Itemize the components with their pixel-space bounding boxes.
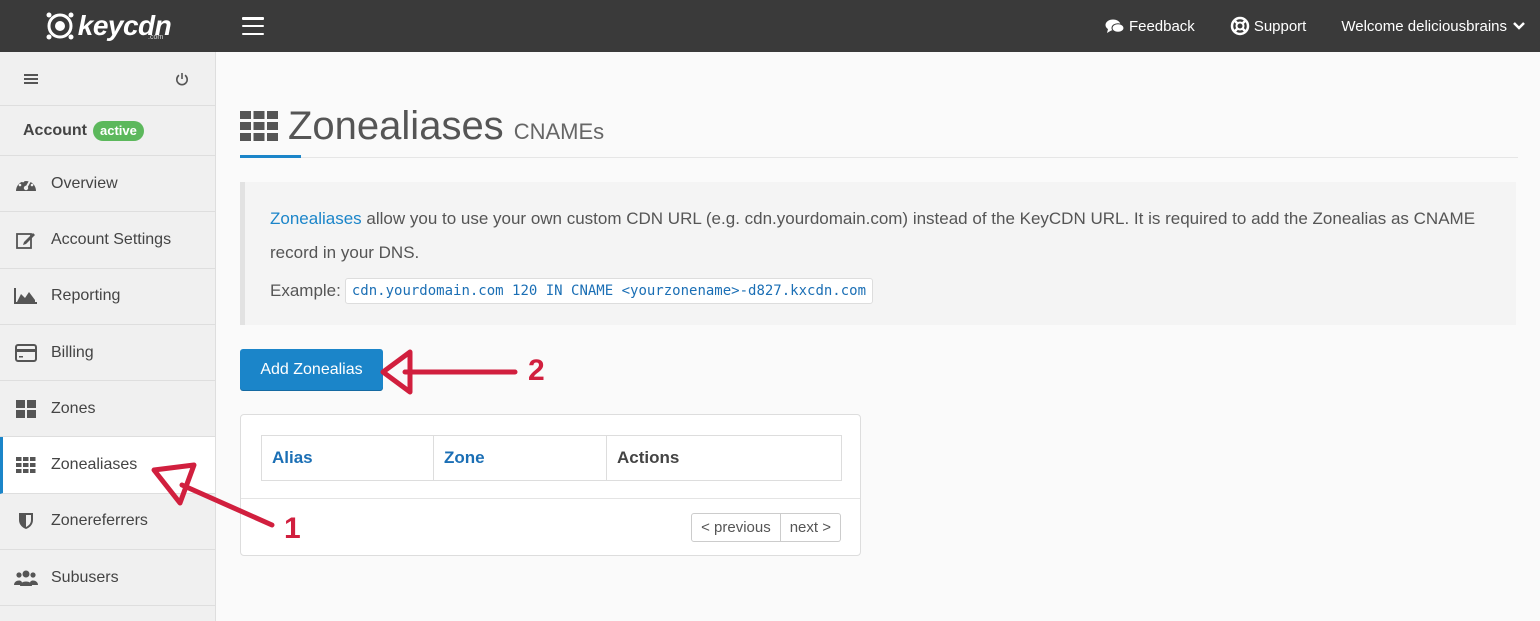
welcome-label: Welcome deliciousbrains xyxy=(1341,17,1507,35)
sidebar-collapse-icon[interactable] xyxy=(24,73,38,84)
keycdn-logo[interactable]: keycdn .com xyxy=(0,0,216,52)
status-badge: active xyxy=(93,120,144,141)
annotation-number-2: 2 xyxy=(528,354,545,387)
support-label: Support xyxy=(1253,17,1307,35)
annotation-number-1: 1 xyxy=(284,512,301,545)
edit-icon xyxy=(14,230,38,250)
chevron-down-icon xyxy=(1513,22,1525,30)
area-chart-icon xyxy=(14,286,38,306)
add-zonealias-button[interactable]: Add Zonealias xyxy=(240,349,383,390)
info-callout: Zonealiases allow you to use your own cu… xyxy=(240,182,1516,325)
account-header: Account active xyxy=(0,106,215,156)
sidebar-item-label: Account Settings xyxy=(51,230,172,248)
page-subtitle: CNAMEs xyxy=(513,119,605,144)
sidebar-item-label: Overview xyxy=(51,174,118,192)
sidebar-item-label: Reporting xyxy=(51,287,121,305)
sidebar-item-zonereferrers[interactable]: Zonereferrers xyxy=(0,494,215,551)
pagination: < previous next > xyxy=(691,513,841,542)
sidebar-tools xyxy=(0,52,215,106)
menu-toggle-icon[interactable] xyxy=(242,17,264,35)
title-divider xyxy=(240,157,1518,158)
zonealiases-panel: Alias Zone Actions < previous next > xyxy=(240,414,861,556)
sidebar-item-label: Billing xyxy=(51,343,94,361)
zones-grid-icon xyxy=(14,399,38,419)
support-link[interactable]: Support xyxy=(1230,16,1307,36)
column-header-zone[interactable]: Zone xyxy=(433,435,607,481)
example-row: Example: cdn.yourdomain.com 120 IN CNAME… xyxy=(270,274,1516,308)
credit-card-icon xyxy=(14,343,38,363)
sidebar-item-label: Zonereferrers xyxy=(51,512,148,530)
table-header-row: Alias Zone Actions xyxy=(261,435,842,481)
sidebar-item-zones[interactable]: Zones xyxy=(0,381,215,438)
example-label: Example: xyxy=(270,281,341,300)
dashboard-icon xyxy=(14,174,38,194)
info-description: allow you to use your own custom CDN URL… xyxy=(270,209,1476,262)
feedback-link[interactable]: Feedback xyxy=(1105,18,1195,35)
shield-icon xyxy=(14,511,38,531)
page-title: Zonealiases CNAMEs xyxy=(240,106,604,146)
comments-icon xyxy=(1105,19,1125,33)
zonealiases-grid-icon xyxy=(14,455,38,475)
column-header-alias[interactable]: Alias xyxy=(261,435,434,481)
example-code: cdn.yourdomain.com 120 IN CNAME <yourzon… xyxy=(344,278,874,304)
top-navbar: keycdn .com Feedback Support Welcome del… xyxy=(0,0,1540,52)
next-page-button[interactable]: next > xyxy=(780,513,841,542)
sidebar-item-reporting[interactable]: Reporting xyxy=(0,269,215,325)
previous-page-button[interactable]: < previous xyxy=(691,513,781,542)
info-text: Zonealiases allow you to use your own cu… xyxy=(270,202,1516,270)
zonealiases-table: Alias Zone Actions xyxy=(261,435,842,481)
logo-gear-icon xyxy=(45,11,75,41)
sidebar-item-account-settings[interactable]: Account Settings xyxy=(0,212,215,269)
sidebar-item-label: Zonealiases xyxy=(51,456,138,474)
user-menu[interactable]: Welcome deliciousbrains xyxy=(1341,18,1526,35)
column-header-actions: Actions xyxy=(606,435,842,481)
power-icon[interactable] xyxy=(175,72,189,86)
sidebar-item-label: Subusers xyxy=(51,568,119,586)
sidebar-item-billing[interactable]: Billing xyxy=(0,325,215,382)
zonealiases-help-link[interactable]: Zonealiases xyxy=(270,209,362,228)
feedback-label: Feedback xyxy=(1128,17,1195,35)
sidebar-item-overview[interactable]: Overview xyxy=(0,156,215,213)
page-title-text: Zonealiases xyxy=(288,104,504,148)
panel-footer: < previous next > xyxy=(241,498,860,556)
account-label: Account xyxy=(23,121,87,139)
sidebar-item-zonealiases[interactable]: Zonealiases xyxy=(0,437,215,494)
zonealiases-grid-icon xyxy=(240,111,278,141)
sidebar-item-label: Zones xyxy=(51,399,96,417)
main-content: Zonealiases CNAMEs Zonealiases allow you… xyxy=(216,52,1540,621)
sidebar: Account active Overview Account Settings… xyxy=(0,52,216,621)
life-ring-icon xyxy=(1230,16,1250,36)
logo-suffix: .com xyxy=(148,34,164,41)
sidebar-item-subusers[interactable]: Subusers xyxy=(0,550,215,607)
users-icon xyxy=(14,568,38,588)
title-accent-bar xyxy=(240,155,301,158)
